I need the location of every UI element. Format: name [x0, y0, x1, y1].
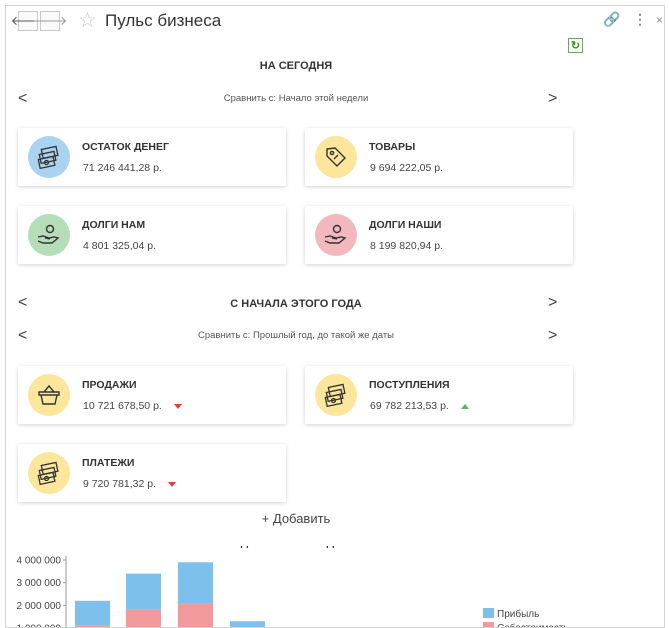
- y-tick-label: 1 000 000: [17, 624, 62, 628]
- bar-cost: [178, 603, 213, 627]
- card-receivables[interactable]: ДОЛГИ НАМ 4 801 325,04 р.: [18, 206, 286, 264]
- refresh-icon[interactable]: ↻: [568, 38, 583, 53]
- card-value: 9 720 781,32 р.: [83, 478, 176, 490]
- forward-arrow-icon[interactable]: 🡒: [33, 11, 67, 31]
- chevron-right-icon[interactable]: >: [548, 327, 557, 345]
- cash-icon: [28, 452, 70, 494]
- card-value: 4 801 325,04 р.: [83, 240, 156, 252]
- hand-coin-icon: [28, 214, 70, 256]
- card-receipts[interactable]: ПОСТУПЛЕНИЯ 69 782 213,53 р.: [305, 366, 573, 424]
- bar-profit: [126, 573, 161, 610]
- compare-selector-today[interactable]: Сравнить с: Начало этой недели: [6, 93, 586, 104]
- legend-label: Себестоимость: [497, 622, 569, 628]
- card-payables[interactable]: ДОЛГИ НАШИ 8 199 820,94 р.: [305, 206, 573, 264]
- card-value-text: 69 782 213,53 р.: [370, 400, 449, 412]
- card-label: ПОСТУПЛЕНИЯ: [369, 379, 450, 391]
- section-year-title: С НАЧАЛА ЭТОГО ГОДА: [230, 298, 362, 310]
- chevron-right-icon[interactable]: >: [548, 294, 557, 312]
- bar-profit: [75, 600, 110, 626]
- page-title: Пульс бизнеса: [105, 11, 222, 30]
- card-sales[interactable]: ПРОДАЖИ 10 721 678,50 р.: [18, 366, 286, 424]
- more-icon[interactable]: ⋮: [633, 11, 647, 28]
- legend-label: Прибыль: [497, 608, 539, 620]
- card-goods[interactable]: ТОВАРЫ 9 694 222,05 р.: [305, 128, 573, 186]
- trend-down-icon: [173, 403, 182, 409]
- card-value-text: 9 720 781,32 р.: [83, 478, 156, 490]
- compare-selector-year[interactable]: Сравнить с: Прошлый год, до такой же дат…: [6, 330, 586, 341]
- legend-swatch: [483, 622, 494, 627]
- cash-icon: [315, 374, 357, 416]
- card-label: ПЛАТЕЖИ: [82, 457, 135, 469]
- bar-profit: [178, 562, 213, 604]
- sales-dynamics-chart: ДИНАМИКА ПРОДАЖ 4 000 000 3 000 000 2 000 0…: [17, 546, 569, 628]
- card-value: 69 782 213,53 р.: [370, 400, 469, 412]
- y-tick-label: 3 000 000: [17, 578, 62, 589]
- y-tick-label: 4 000 000: [17, 556, 62, 567]
- bar-profit: [230, 621, 265, 627]
- chart-title: ДИНАМИКА ПРОДАЖ: [241, 546, 352, 549]
- window: 🡐 🡒 ☆ Пульс бизнеса 🔗 ⋮ × ↻ НА СЕГОДНЯ <…: [5, 5, 665, 628]
- card-value: 9 694 222,05 р.: [370, 162, 443, 174]
- title-bar: 🡐 🡒 ☆ Пульс бизнеса 🔗 ⋮ ×: [6, 6, 664, 34]
- y-tick-label: 2 000 000: [17, 601, 62, 612]
- card-label: ОСТАТОК ДЕНЕГ: [82, 141, 169, 153]
- trend-down-icon: [167, 481, 176, 487]
- card-value: 10 721 678,50 р.: [83, 400, 182, 412]
- star-icon[interactable]: ☆: [78, 8, 97, 33]
- card-cash-balance[interactable]: ОСТАТОК ДЕНЕГ 71 246 441,28 р.: [18, 128, 286, 186]
- card-payments[interactable]: ПЛАТЕЖИ 9 720 781,32 р.: [18, 444, 286, 502]
- link-icon[interactable]: 🔗: [603, 11, 620, 28]
- card-label: ТОВАРЫ: [369, 141, 416, 153]
- basket-icon: [28, 374, 70, 416]
- card-label: ДОЛГИ НАМ: [82, 219, 146, 231]
- chevron-right-icon[interactable]: >: [548, 90, 557, 108]
- bar-cost: [126, 609, 161, 627]
- legend-swatch: [483, 608, 494, 618]
- tag-icon: [315, 136, 357, 178]
- card-label: ПРОДАЖИ: [82, 379, 137, 391]
- card-value-text: 10 721 678,50 р.: [83, 400, 162, 412]
- close-icon[interactable]: ×: [656, 13, 663, 27]
- cash-icon: [28, 136, 70, 178]
- hand-coin-icon: [315, 214, 357, 256]
- card-value: 8 199 820,94 р.: [370, 240, 443, 252]
- card-label: ДОЛГИ НАШИ: [369, 219, 442, 231]
- add-widget-link[interactable]: + Добавить: [6, 511, 586, 526]
- trend-up-icon: [460, 403, 469, 409]
- section-today-title: НА СЕГОДНЯ: [259, 60, 333, 72]
- card-value: 71 246 441,28 р.: [83, 162, 162, 174]
